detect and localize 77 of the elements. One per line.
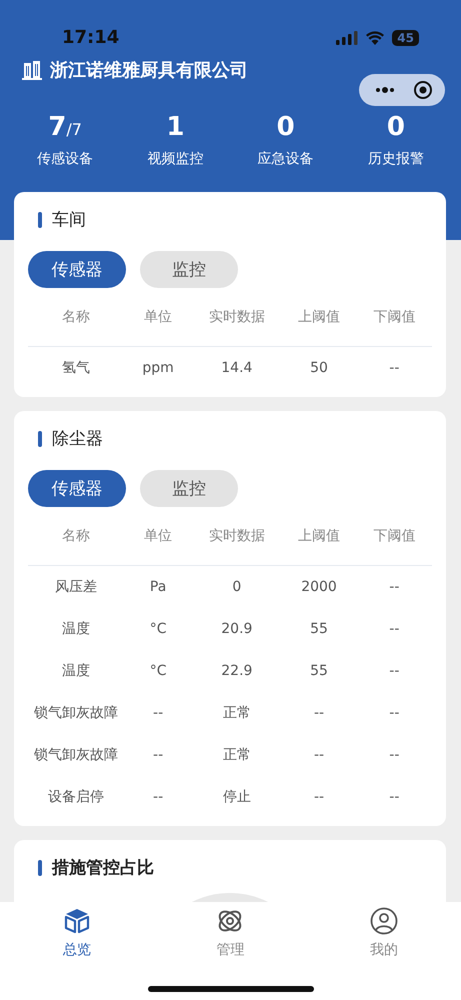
column-header: 上阈值 <box>297 527 341 545</box>
table-cell-text: -- <box>312 747 326 763</box>
table-cell-text: 55 <box>309 621 329 637</box>
accent-bar <box>38 430 42 446</box>
company-name: 浙江诺维雅厨具有限公司 <box>50 59 248 82</box>
table-cell-text: -- <box>388 663 400 679</box>
stat-value: 7/7 <box>48 112 82 142</box>
table-cell-text: 锁气卸灰故障 <box>32 746 119 764</box>
table-cell-text: 正常 <box>222 704 252 722</box>
user-icon <box>370 907 398 935</box>
tab[interactable]: 传感器 <box>28 470 126 507</box>
nav-tab[interactable]: 总览 <box>0 907 154 959</box>
column-header: 下阈值 <box>372 308 416 326</box>
table-cell-text: -- <box>388 747 400 763</box>
table-cell-text: 20.9 <box>220 621 254 637</box>
table-cell-text: 温度 <box>60 620 91 638</box>
table-cell-text: -- <box>312 705 326 721</box>
more-icon[interactable] <box>375 86 395 94</box>
table-cell-text: 50 <box>309 360 329 376</box>
table-cell-text: 温度 <box>60 662 91 680</box>
table-cell-text: -- <box>388 579 400 595</box>
column-header: 单位 <box>143 308 174 326</box>
nav-tab[interactable]: 管理 <box>154 907 308 959</box>
card-title: 车间 <box>52 209 86 231</box>
tab[interactable]: 监控 <box>140 251 238 288</box>
table-cell-text: Pa <box>148 579 168 595</box>
status-time: 17:14 <box>62 27 120 50</box>
table-cell-text: °C <box>148 621 168 637</box>
cube-icon <box>62 907 91 935</box>
table-cell-text: 风压差 <box>54 578 98 596</box>
card-title: 措施管控占比 <box>52 857 154 879</box>
tab[interactable]: 监控 <box>140 470 238 507</box>
signal-icon <box>336 31 358 45</box>
table-cell-text: 2000 <box>300 579 338 595</box>
accent-bar <box>38 860 42 876</box>
column-header: 名称 <box>60 308 91 326</box>
column-header: 实时数据 <box>208 308 266 326</box>
table-cell-text: -- <box>388 621 400 637</box>
stat-label: 视频监控 <box>147 150 204 168</box>
stat-value: 0 <box>276 112 295 142</box>
stat-value: 1 <box>166 112 184 142</box>
close-target-icon[interactable] <box>413 80 433 100</box>
table-cell-text: -- <box>388 360 400 376</box>
table-cell-text: -- <box>152 789 164 805</box>
column-header: 名称 <box>60 527 91 545</box>
table-cell-text: 14.4 <box>220 360 254 376</box>
tab[interactable]: 传感器 <box>28 251 126 288</box>
column-header: 单位 <box>143 527 174 545</box>
column-header: 下阈值 <box>372 527 416 545</box>
battery-level: 45 <box>392 30 419 46</box>
table-cell-text: ppm <box>141 360 175 376</box>
table-cell-text: -- <box>388 705 400 721</box>
table-cell-text: -- <box>152 747 164 763</box>
table-cell-text: -- <box>152 705 164 721</box>
stat-label: 应急设备 <box>258 150 314 168</box>
table-cell-text: -- <box>388 789 400 805</box>
wifi-icon <box>366 31 384 45</box>
stat-label: 历史报警 <box>368 150 424 168</box>
table-cell-text: 55 <box>309 663 329 679</box>
table-cell-text: 锁气卸灰故障 <box>32 704 119 722</box>
table-cell-text: 设备启停 <box>46 788 105 806</box>
accent-bar <box>38 212 42 228</box>
column-header: 上阈值 <box>297 308 341 326</box>
table-cell-text: 22.9 <box>220 663 254 679</box>
table-cell-text: 停止 <box>222 788 252 806</box>
capsule-menu[interactable] <box>359 74 445 106</box>
column-header: 实时数据 <box>208 527 266 545</box>
card-title: 除尘器 <box>52 428 103 450</box>
table-cell-text: 氢气 <box>60 359 91 377</box>
stat-label: 传感设备 <box>37 150 94 168</box>
building-icon <box>22 60 42 80</box>
table-cell-text: -- <box>312 789 326 805</box>
table-cell-text: 0 <box>231 579 242 595</box>
stat-value: 0 <box>386 112 405 142</box>
table-cell-text: 正常 <box>222 746 252 764</box>
nav-tab[interactable]: 我的 <box>307 907 461 959</box>
table-cell-text: °C <box>148 663 168 679</box>
